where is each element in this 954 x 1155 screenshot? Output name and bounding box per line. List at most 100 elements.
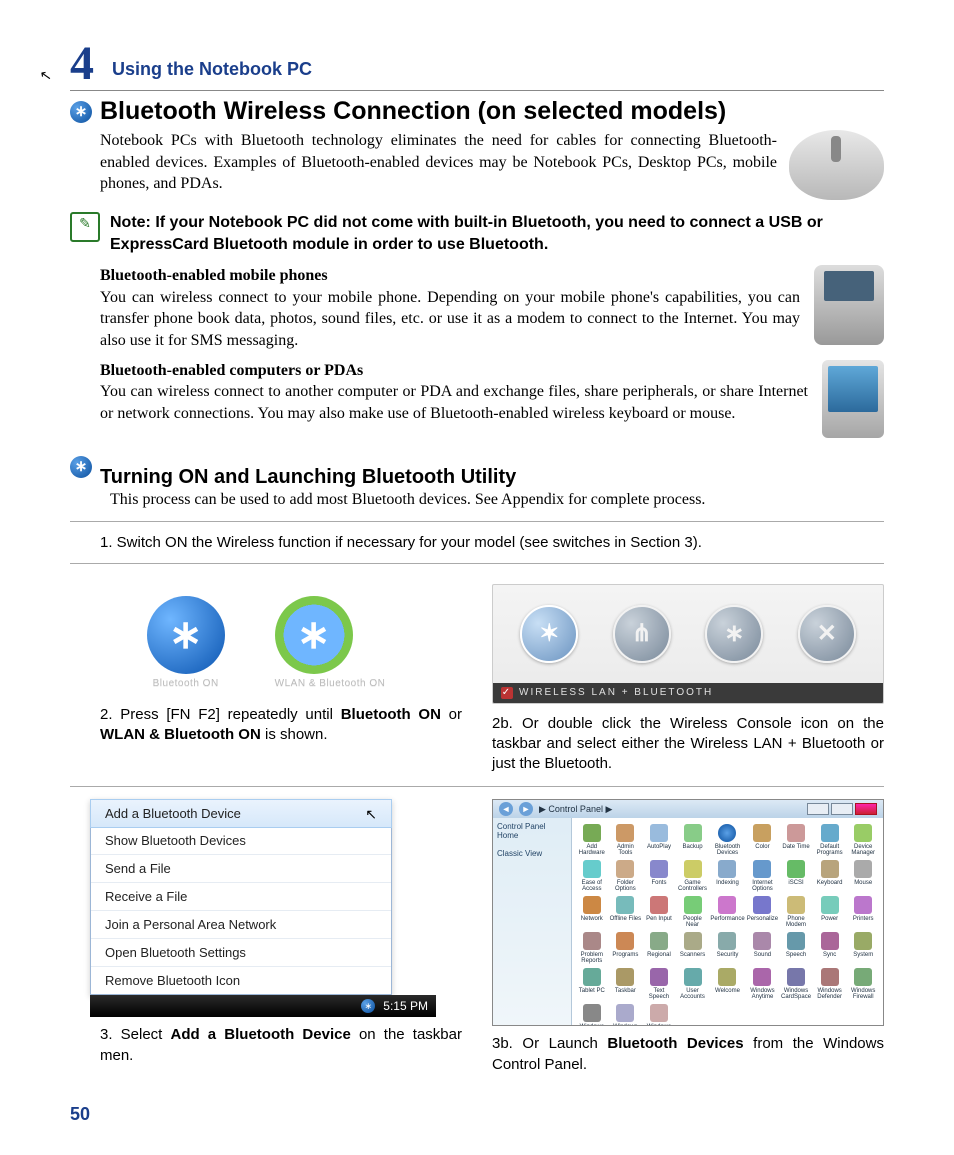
sub-body: You can wireless connect to your mobile … — [100, 289, 800, 349]
cp-item[interactable]: Regional — [643, 932, 675, 964]
chapter-title: Using the Notebook PC — [112, 59, 312, 80]
cp-item[interactable]: iSCSI — [780, 860, 812, 892]
cp-item[interactable]: Game Controllers — [677, 860, 709, 892]
cp-item[interactable]: Keyboard — [814, 860, 846, 892]
step-3: 3. Select Add a Bluetooth Device on the … — [100, 1025, 462, 1066]
cp-item[interactable]: Backup — [677, 824, 709, 856]
cp-item[interactable]: Text Speech — [643, 968, 675, 1000]
section-intro: Notebook PCs with Bluetooth technology e… — [100, 130, 777, 195]
cp-item[interactable]: Windows Firewall — [847, 968, 879, 1000]
check-icon: ✓ — [501, 687, 513, 699]
bluetooth-pda-block: Bluetooth-enabled computers or PDAs You … — [100, 360, 808, 438]
menu-item-join-pan[interactable]: Join a Personal Area Network — [91, 911, 391, 939]
max-button[interactable] — [831, 803, 853, 815]
close-button[interactable] — [855, 803, 877, 815]
cp-item[interactable]: Pen Input — [643, 896, 675, 928]
bluetooth-on-badge: ∗ Bluetooth ON — [147, 596, 225, 689]
cp-item[interactable]: Windows Update — [643, 1004, 675, 1026]
bluetooth-icon: ∗ — [70, 101, 92, 123]
divider — [70, 563, 884, 564]
bluetooth-context-menu: Add a Bluetooth Device ↖ Show Bluetooth … — [90, 799, 392, 995]
divider — [70, 786, 884, 787]
cp-item[interactable]: Network — [576, 896, 608, 928]
sub-heading: Bluetooth-enabled computers or PDAs — [100, 362, 363, 379]
nav-fwd-icon[interactable]: ► — [519, 802, 533, 816]
cp-item[interactable]: Date Time — [780, 824, 812, 856]
section-title: Bluetooth Wireless Connection (on select… — [100, 97, 884, 126]
min-button[interactable] — [807, 803, 829, 815]
cp-item[interactable]: Fonts — [643, 860, 675, 892]
cp-item[interactable]: Programs — [610, 932, 642, 964]
cp-item[interactable]: Mouse — [847, 860, 879, 892]
wlan-bluetooth-on-badge: ∗ WLAN & Bluetooth ON — [275, 596, 386, 689]
bluetooth-icon: ∗ — [70, 456, 92, 478]
menu-item-send-file[interactable]: Send a File — [91, 855, 391, 883]
cp-item[interactable]: Tablet PC — [576, 968, 608, 1000]
cp-item[interactable]: Windows CardSpace — [780, 968, 812, 1000]
note-text: Note: If your Notebook PC did not come w… — [110, 212, 884, 255]
cp-item[interactable]: Sync — [814, 932, 846, 964]
nav-back-icon[interactable]: ◄ — [499, 802, 513, 816]
cp-item[interactable]: Indexing — [710, 860, 744, 892]
menu-item-receive-file[interactable]: Receive a File — [91, 883, 391, 911]
cp-item[interactable]: Security — [710, 932, 744, 964]
cp-item[interactable]: Problem Reports — [576, 932, 608, 964]
divider — [70, 90, 884, 91]
cp-item[interactable]: Ease of Access — [576, 860, 608, 892]
cp-item[interactable]: Windows Sidebar — [576, 1004, 608, 1026]
control-panel-window: ◄ ► ▶ Control Panel ▶ Control Panel Home… — [492, 799, 884, 1026]
cp-item[interactable]: Windows Anytime — [747, 968, 779, 1000]
pda-illustration — [822, 360, 884, 438]
cp-item[interactable]: Printers — [847, 896, 879, 928]
cp-item[interactable]: Windows Defender — [814, 968, 846, 1000]
cp-item[interactable]: Welcome — [710, 968, 744, 1000]
cp-sidebar: Control Panel Home Classic View — [493, 818, 572, 1025]
cp-item[interactable]: Phone Modem — [780, 896, 812, 928]
cp-item[interactable]: Add Hardware — [576, 824, 608, 856]
menu-item-open-settings[interactable]: Open Bluetooth Settings — [91, 939, 391, 967]
subsection-intro: This process can be used to add most Blu… — [110, 491, 884, 509]
bluetooth-tray-icon[interactable]: ∗ — [361, 999, 375, 1013]
sub-body: You can wireless connect to another comp… — [100, 383, 808, 422]
cp-item[interactable]: Personalize — [747, 896, 779, 928]
cp-item[interactable]: Folder Options — [610, 860, 642, 892]
taskbar: ∗ 5:15 PM — [90, 995, 436, 1017]
step-2: 2. Press [FN F2] repeatedly until Blueto… — [100, 705, 462, 746]
cp-item[interactable]: Scanners — [677, 932, 709, 964]
menu-item-add-device[interactable]: Add a Bluetooth Device ↖ — [90, 799, 392, 828]
cp-item[interactable]: Default Programs — [814, 824, 846, 856]
cp-item[interactable]: People Near — [677, 896, 709, 928]
cp-item[interactable]: Admin Tools — [610, 824, 642, 856]
note-icon: ✎ — [70, 212, 100, 242]
cp-item[interactable]: Offline Files — [610, 896, 642, 928]
sub-heading: Bluetooth-enabled mobile phones — [100, 267, 328, 284]
cp-item[interactable]: Device Manager — [847, 824, 879, 856]
step-2b: 2b. Or double click the Wireless Console… — [492, 714, 884, 775]
cp-item[interactable]: Color — [747, 824, 779, 856]
wireless-console-panel: ✶ ⋔ ∗ ✕ ↖ ✓ WIRELESS LAN + BLUETOOTH — [492, 584, 884, 704]
console-label-text: WIRELESS LAN + BLUETOOTH — [519, 687, 713, 698]
taskbar-time: 5:15 PM — [383, 999, 428, 1013]
cursor-icon: ↖ — [365, 806, 377, 823]
cp-item[interactable]: User Accounts — [677, 968, 709, 1000]
cp-item[interactable]: System — [847, 932, 879, 964]
cp-item[interactable]: Power — [814, 896, 846, 928]
cp-item[interactable]: Sound — [747, 932, 779, 964]
subsection-title: Turning ON and Launching Bluetooth Utili… — [100, 466, 884, 489]
breadcrumb: ▶ Control Panel ▶ — [539, 804, 612, 815]
phone-illustration — [814, 265, 884, 345]
step-1: 1. Switch ON the Wireless function if ne… — [100, 534, 884, 551]
bluetooth-circle-icon: ∗ — [705, 605, 763, 663]
cp-item-bluetooth[interactable]: Bluetooth Devices — [710, 824, 744, 856]
cp-item[interactable]: AutoPlay — [643, 824, 675, 856]
cp-item[interactable]: Windows SideShow — [610, 1004, 642, 1026]
wifi-icon: ⋔ — [613, 605, 671, 663]
cp-item[interactable]: Taskbar — [610, 968, 642, 1000]
divider — [70, 521, 884, 522]
cp-item[interactable]: Speech — [780, 932, 812, 964]
cp-item[interactable]: Internet Options — [747, 860, 779, 892]
cp-item[interactable]: Performance — [710, 896, 744, 928]
menu-item-show-devices[interactable]: Show Bluetooth Devices — [91, 827, 391, 855]
page-number: 50 — [70, 1104, 90, 1125]
menu-item-remove-icon[interactable]: Remove Bluetooth Icon — [91, 967, 391, 994]
